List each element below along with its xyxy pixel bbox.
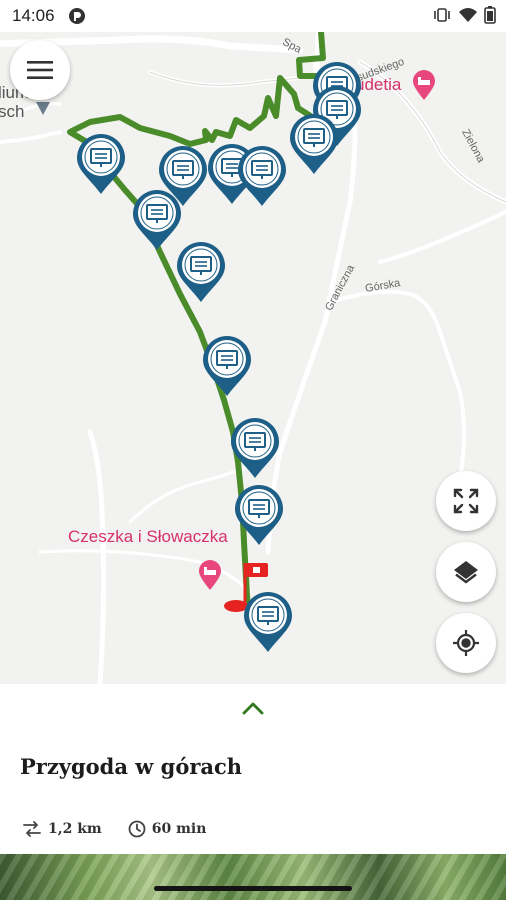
waypoint-marker[interactable]	[201, 334, 253, 398]
location-arrow-icon	[36, 102, 50, 115]
hotel-pin-icon[interactable]	[412, 70, 436, 102]
menu-button[interactable]	[10, 40, 70, 100]
route-distance: 1,2 km	[48, 821, 102, 837]
map-view[interactable]: Spa Piłsudskiego Zielona Graniczna Górsk…	[0, 32, 506, 684]
vibrate-icon	[434, 8, 450, 22]
waypoint-marker[interactable]	[242, 590, 294, 654]
locate-icon	[453, 630, 479, 656]
route-cover-photo[interactable]	[0, 854, 506, 900]
app-notification-icon	[69, 8, 85, 24]
waypoint-marker[interactable]	[229, 416, 281, 480]
battery-icon	[484, 6, 496, 24]
waypoint-marker[interactable]	[233, 483, 285, 547]
gesture-nav-handle[interactable]	[154, 886, 352, 891]
fullscreen-button[interactable]	[436, 471, 496, 531]
route-meta: 1,2 km 60 min	[22, 820, 206, 838]
menu-icon	[27, 61, 53, 79]
locate-button[interactable]	[436, 613, 496, 673]
fullscreen-icon	[453, 488, 479, 514]
waypoint-marker[interactable]	[75, 132, 127, 196]
chevron-up-icon[interactable]	[241, 700, 265, 716]
wifi-icon	[459, 8, 477, 22]
distance-icon	[23, 821, 41, 837]
route-bottom-sheet[interactable]: Przygoda w górach 1,2 km 60 min	[0, 684, 506, 854]
status-bar: 14:06	[0, 0, 506, 32]
waypoint-marker[interactable]	[236, 144, 288, 208]
hotel-pin-icon[interactable]	[198, 560, 222, 592]
layers-button[interactable]	[436, 542, 496, 602]
status-time: 14:06	[12, 6, 55, 25]
clock-icon	[128, 820, 146, 838]
layers-icon	[454, 561, 478, 584]
waypoint-marker[interactable]	[288, 112, 340, 176]
poi-label-hotel: Czeszka i Słowaczka	[68, 527, 228, 546]
route-duration: 60 min	[151, 821, 207, 837]
route-title: Przygoda w górach	[20, 754, 243, 779]
waypoint-marker[interactable]	[175, 240, 227, 304]
place-label: sch	[0, 102, 25, 121]
map-roads	[0, 32, 506, 684]
